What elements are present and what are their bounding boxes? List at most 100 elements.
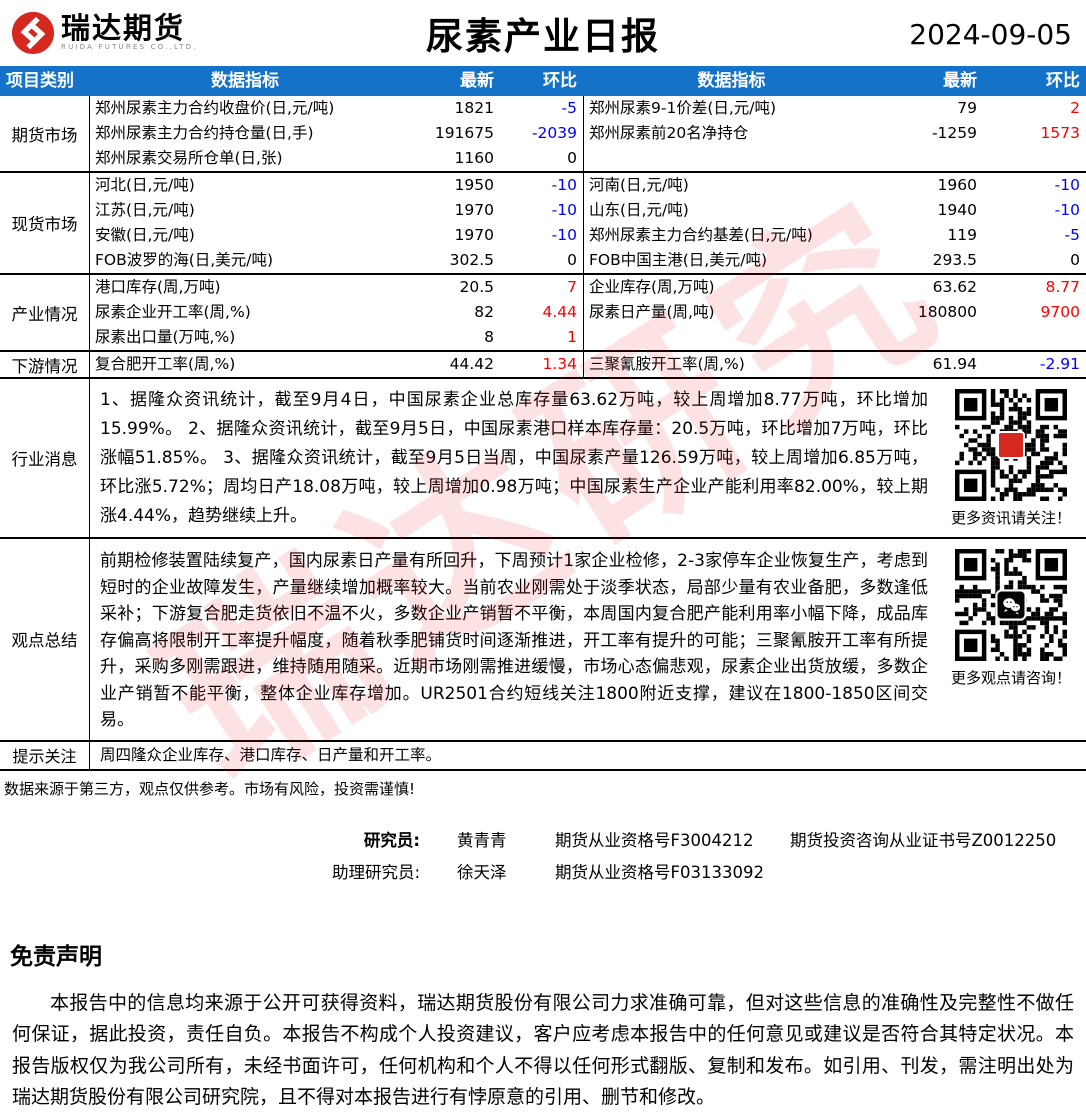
- viewpoint-summary-text: 前期检修装置陆续复产，国内尿素日产量有所回升，下周预计1家企业检修，2-3家停车…: [100, 551, 928, 730]
- researcher-cert: [790, 857, 1086, 889]
- table-section: 产业情况 港口库存(周,万吨) 20.5 7 企业库存(周,万吨) 63.62 …: [0, 275, 1086, 352]
- col-header-change-left: 环比: [543, 71, 577, 91]
- viewpoint-summary-section: 观点总结 前期检修装置陆续复产，国内尿素日产量有所回升，下周预计1家企业检修，2…: [0, 539, 1086, 742]
- indicator-label: 山东(日,元/吨): [583, 198, 880, 223]
- table-row: 河北(日,元/吨) 1950 -10 河南(日,元/吨) 1960 -10: [90, 173, 1086, 198]
- latest-value: 82: [474, 303, 494, 321]
- tips-section: 提示关注 周四隆众企业库存、港口库存、日产量和开工率。: [0, 741, 1086, 771]
- report-header: 瑞达期货 RUIDA FUTURES CO.,LTD. 尿素产业日报 2024-…: [0, 0, 1086, 66]
- latest-value: [880, 325, 983, 350]
- change-value: [983, 325, 1086, 350]
- company-name-en: RUIDA FUTURES CO.,LTD.: [61, 43, 198, 51]
- indicator-label: [583, 325, 880, 350]
- table-row: 郑州尿素交易所仓单(日,张) 1160 0: [90, 146, 1086, 171]
- category-label: 期货市场: [0, 96, 90, 171]
- table-section: 期货市场 郑州尿素主力合约收盘价(日,元/吨) 1821 -5 郑州尿素9-1价…: [0, 96, 1086, 173]
- indicator-label: 安徽(日,元/吨): [95, 226, 195, 244]
- latest-value: 191675: [434, 124, 494, 142]
- col-header-latest-left: 最新: [460, 71, 494, 91]
- summary-qr-caption: 更多观点请咨询！: [950, 669, 1071, 687]
- change-value: -10: [551, 226, 577, 244]
- table-row: 复合肥开工率(周,%) 44.42 1.34 三聚氰胺开工率(周,%) 61.9…: [90, 352, 1086, 377]
- industry-news-text: 1、据隆众资讯统计，截至9月4日，中国尿素企业总库存量63.62万吨，较上周增加…: [100, 390, 928, 526]
- latest-value: 79: [957, 99, 977, 117]
- change-value: 8.77: [1045, 278, 1080, 296]
- latest-value: 1970: [454, 226, 494, 244]
- change-value: [983, 146, 1086, 171]
- latest-value: 1970: [454, 201, 494, 219]
- indicator-label: 郑州尿素交易所仓单(日,张): [95, 149, 283, 167]
- col-header-indicator-left: 数据指标: [211, 71, 279, 91]
- latest-value: 1160: [454, 149, 494, 167]
- indicator-label: 尿素出口量(万吨,%): [95, 328, 236, 346]
- ruida-logo-icon: [10, 10, 56, 60]
- latest-value: 61.94: [932, 355, 977, 373]
- category-label: 下游情况: [0, 352, 90, 377]
- latest-value: 1940: [937, 201, 977, 219]
- table-row: 尿素出口量(万吨,%) 8 1: [90, 325, 1086, 350]
- indicator-label: FOB中国主港(日,美元/吨): [583, 248, 880, 273]
- table-row: 江苏(日,元/吨) 1970 -10 山东(日,元/吨) 1940 -10: [90, 198, 1086, 223]
- researcher-role: 助理研究员:: [331, 862, 420, 882]
- latest-value: 8: [484, 328, 494, 346]
- indicator-label: FOB波罗的海(日,美元/吨): [95, 251, 273, 269]
- change-value: -10: [551, 176, 577, 194]
- qr-center-logo: [997, 431, 1025, 459]
- researcher-cert: 期货从业资格号F3004212: [555, 830, 754, 850]
- summary-qr-code: [955, 549, 1067, 661]
- col-header-indicator-right: 数据指标: [697, 71, 766, 91]
- table-row: 郑州尿素主力合约收盘价(日,元/吨) 1821 -5 郑州尿素9-1价差(日,元…: [90, 96, 1086, 121]
- col-header-change-right: 环比: [1046, 71, 1080, 91]
- researcher-row: 助理研究员: 徐天泽 期货从业资格号F03133092: [0, 857, 1086, 889]
- indicator-label: 郑州尿素主力合约基差(日,元/吨): [583, 223, 880, 248]
- data-table-sections: 期货市场 郑州尿素主力合约收盘价(日,元/吨) 1821 -5 郑州尿素9-1价…: [0, 96, 1086, 379]
- change-value: 0: [1070, 251, 1080, 269]
- latest-value: 63.62: [932, 278, 977, 296]
- researcher-name: 徐天泽: [457, 862, 507, 882]
- table-row: FOB波罗的海(日,美元/吨) 302.5 0 FOB中国主港(日,美元/吨) …: [90, 248, 1086, 273]
- indicator-label: 复合肥开工率(周,%): [95, 355, 236, 373]
- change-value: 1573: [1040, 124, 1080, 142]
- company-logo: 瑞达期货 RUIDA FUTURES CO.,LTD.: [10, 10, 198, 60]
- latest-value: 293.5: [932, 251, 977, 269]
- disclaimer-body: 本报告中的信息均来源于公开可获得资料，瑞达期货股份有限公司力求准确可靠，但对这些…: [12, 991, 1074, 1109]
- change-value: -10: [1054, 176, 1080, 194]
- col-header-latest-right: 最新: [943, 71, 977, 91]
- latest-value: 119: [947, 226, 977, 244]
- change-value: -10: [551, 201, 577, 219]
- researchers-block: 研究员: 黄青青 期货从业资格号F3004212 期货投资咨询从业证书号Z001…: [0, 825, 1086, 889]
- latest-value: 1950: [454, 176, 494, 194]
- change-value: -10: [1054, 201, 1080, 219]
- indicator-label: [583, 146, 880, 171]
- news-qr-code: [955, 389, 1067, 501]
- indicator-label: 三聚氰胺开工率(周,%): [583, 352, 880, 377]
- disclaimer-title: 免责声明: [10, 943, 102, 970]
- category-label: 产业情况: [0, 275, 90, 350]
- report-date: 2024-09-05: [909, 18, 1072, 51]
- latest-value: 302.5: [449, 251, 494, 269]
- researcher-cert: 期货投资咨询从业证书号Z0012250: [790, 830, 1057, 850]
- news-qr-caption: 更多资讯请关注！: [950, 509, 1071, 527]
- change-value: 7: [567, 278, 577, 296]
- industry-news-section: 行业消息 1、据隆众资讯统计，截至9月4日，中国尿素企业总库存量63.62万吨，…: [0, 379, 1086, 539]
- indicator-label: 郑州尿素主力合约持仓量(日,手): [95, 124, 314, 142]
- category-label: 行业消息: [0, 379, 90, 537]
- researcher-name: 黄青青: [457, 830, 507, 850]
- change-value: 0: [567, 149, 577, 167]
- change-value: 0: [567, 251, 577, 269]
- indicator-label: 郑州尿素9-1价差(日,元/吨): [583, 96, 880, 121]
- latest-value: 1960: [937, 176, 977, 194]
- researcher-row: 研究员: 黄青青 期货从业资格号F3004212 期货投资咨询从业证书号Z001…: [0, 825, 1086, 857]
- indicator-label: 尿素日产量(周,吨): [583, 300, 880, 325]
- latest-value: 20.5: [459, 278, 494, 296]
- indicator-label: 江苏(日,元/吨): [95, 201, 195, 219]
- latest-value: 1821: [454, 99, 494, 117]
- indicator-label: 企业库存(周,万吨): [583, 275, 880, 300]
- table-section: 下游情况 复合肥开工率(周,%) 44.42 1.34 三聚氰胺开工率(周,%)…: [0, 352, 1086, 379]
- change-value: 1: [567, 328, 577, 346]
- wechat-icon: [995, 589, 1027, 621]
- change-value: 1.34: [542, 355, 577, 373]
- change-value: -2.91: [1039, 355, 1080, 373]
- table-row: 尿素企业开工率(周,%) 82 4.44 尿素日产量(周,吨) 180800 9…: [90, 300, 1086, 325]
- latest-value: 44.42: [449, 355, 494, 373]
